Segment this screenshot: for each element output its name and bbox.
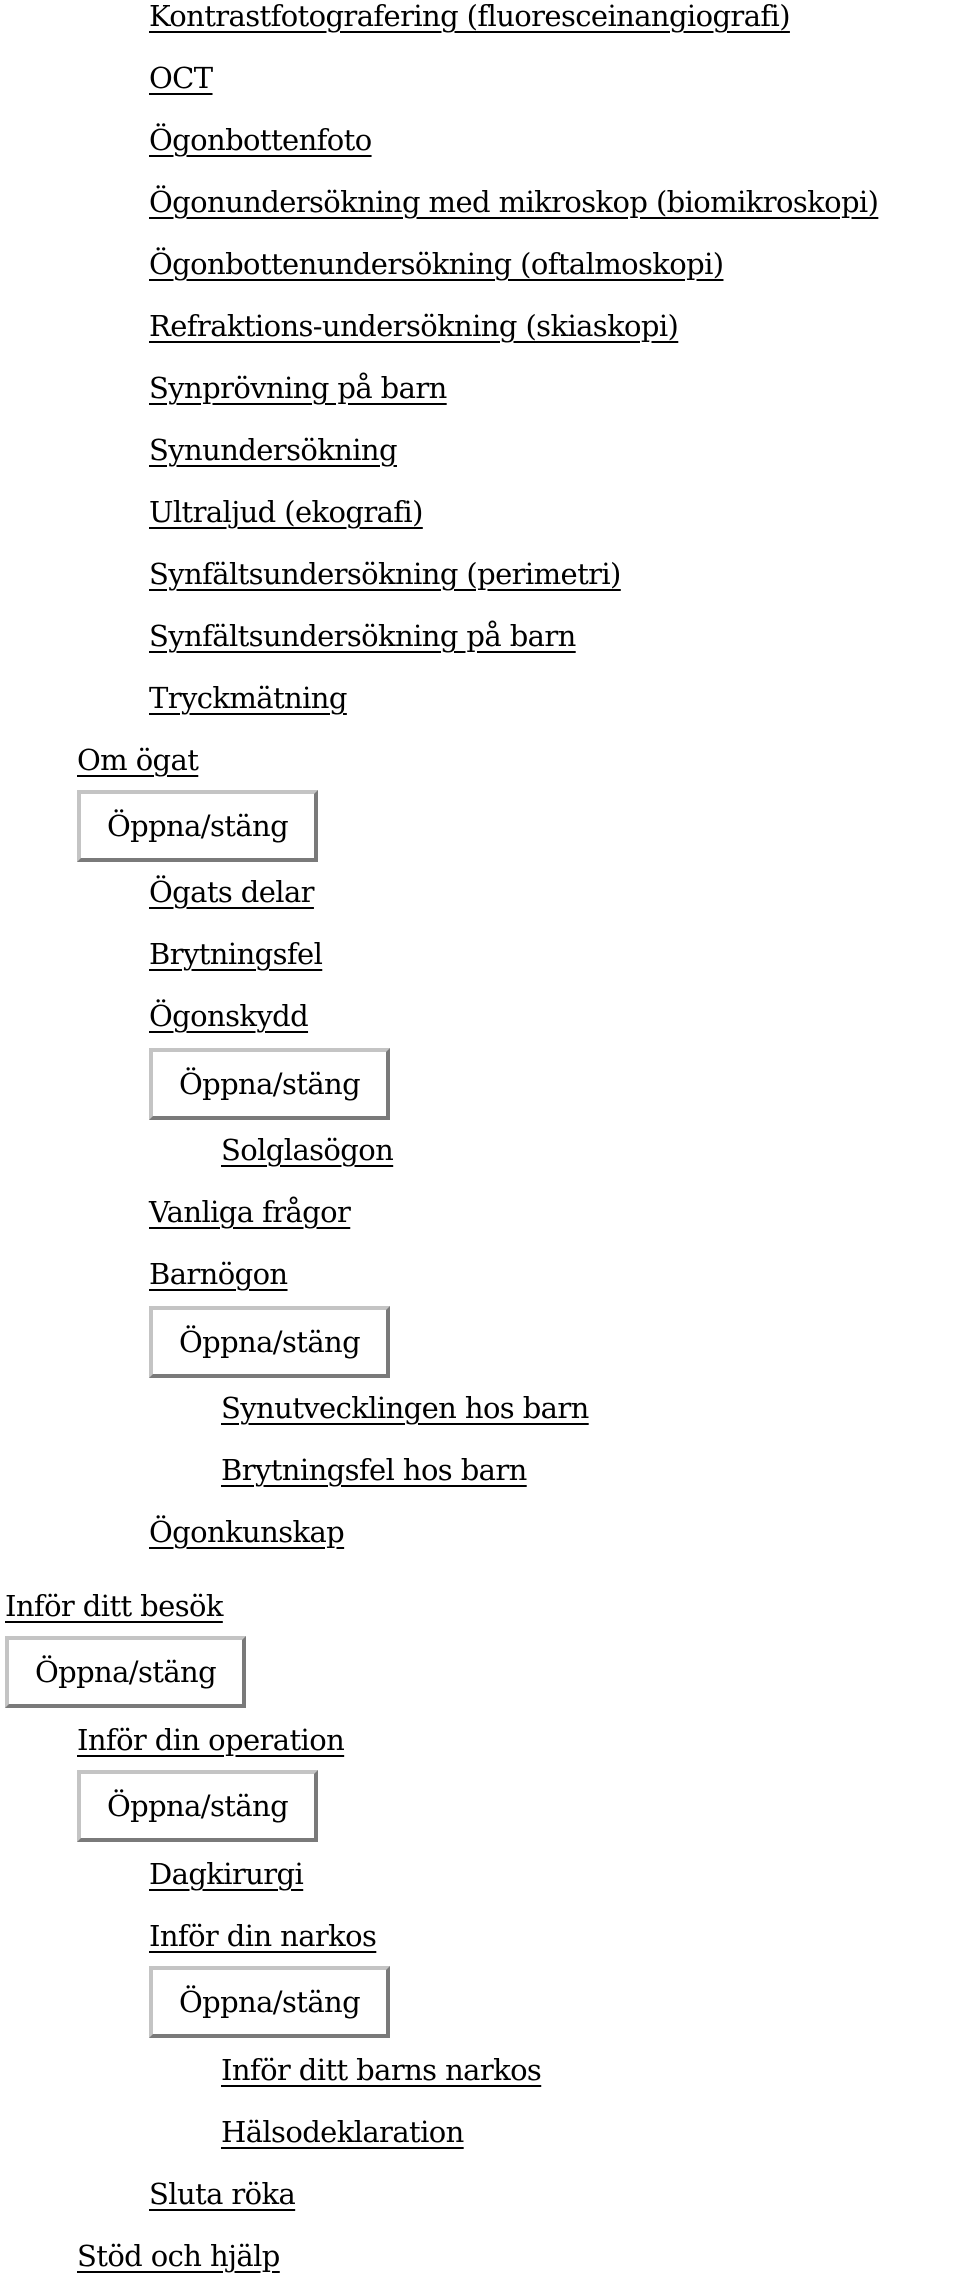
nav-link-synundersokning[interactable]: Synundersökning (149, 430, 398, 470)
nav-link-om-ogat[interactable]: Om ögat (77, 740, 199, 780)
nav-link-synfalt-barn[interactable]: Synfältsundersökning på barn (149, 616, 576, 656)
nav-link-ultraljud[interactable]: Ultraljud (ekografi) (149, 492, 423, 532)
nav-link-solglasogon[interactable]: Solglasögon (221, 1130, 394, 1170)
nav-link-tryckmatning[interactable]: Tryckmätning (149, 678, 347, 718)
nav-link-biomikroskopi[interactable]: Ögonundersökning med mikroskop (biomikro… (149, 182, 879, 222)
infor-din-operation-toggle-button[interactable]: Öppna/stäng (77, 1770, 318, 1842)
nav-link-infor-ditt-besok[interactable]: Inför ditt besök (5, 1586, 223, 1626)
nav-link-oct[interactable]: OCT (149, 58, 213, 98)
nav-link-perimetri[interactable]: Synfältsundersökning (perimetri) (149, 554, 621, 594)
nav-link-ogats-delar[interactable]: Ögats delar (149, 872, 315, 912)
nav-link-stod-och-hjalp[interactable]: Stöd och hjälp (77, 2236, 280, 2276)
nav-link-ogonbottenfoto[interactable]: Ögonbottenfoto (149, 120, 372, 160)
nav-link-infor-din-narkos[interactable]: Inför din narkos (149, 1916, 377, 1956)
nav-link-sluta-roka[interactable]: Sluta röka (149, 2174, 296, 2214)
nav-link-synprovning-barn[interactable]: Synprövning på barn (149, 368, 447, 408)
infor-ditt-besok-toggle-button[interactable]: Öppna/stäng (5, 1636, 246, 1708)
nav-link-brytningsfel[interactable]: Brytningsfel (149, 934, 323, 974)
barnogon-toggle-button[interactable]: Öppna/stäng (149, 1306, 390, 1378)
nav-link-brytningsfel-barn[interactable]: Brytningsfel hos barn (221, 1450, 527, 1490)
infor-din-narkos-toggle-button[interactable]: Öppna/stäng (149, 1966, 390, 2038)
nav-link-halsodeklaration[interactable]: Hälsodeklaration (221, 2112, 464, 2152)
nav-link-ogonskydd[interactable]: Ögonskydd (149, 996, 309, 1036)
ogonskydd-toggle-button[interactable]: Öppna/stäng (149, 1048, 390, 1120)
om-ogat-toggle-button[interactable]: Öppna/stäng (77, 790, 318, 862)
nav-link-oftalmoskopi[interactable]: Ögonbottenundersökning (oftalmoskopi) (149, 244, 724, 284)
nav-link-infor-din-operation[interactable]: Inför din operation (77, 1720, 345, 1760)
nav-link-barnogon[interactable]: Barnögon (149, 1254, 288, 1294)
nav-link-skiaskopi[interactable]: Refraktions-undersökning (skiaskopi) (149, 306, 679, 346)
nav-link-kontrastfotografering[interactable]: Kontrastfotografering (fluoresceinangiog… (149, 0, 791, 36)
nav-link-ogonkunskap[interactable]: Ögonkunskap (149, 1512, 345, 1552)
nav-link-vanliga-fragor[interactable]: Vanliga frågor (149, 1192, 351, 1232)
nav-link-infor-ditt-barns-narkos[interactable]: Inför ditt barns narkos (221, 2050, 542, 2090)
nav-link-synutvecklingen[interactable]: Synutvecklingen hos barn (221, 1388, 589, 1428)
nav-link-dagkirurgi[interactable]: Dagkirurgi (149, 1854, 304, 1894)
